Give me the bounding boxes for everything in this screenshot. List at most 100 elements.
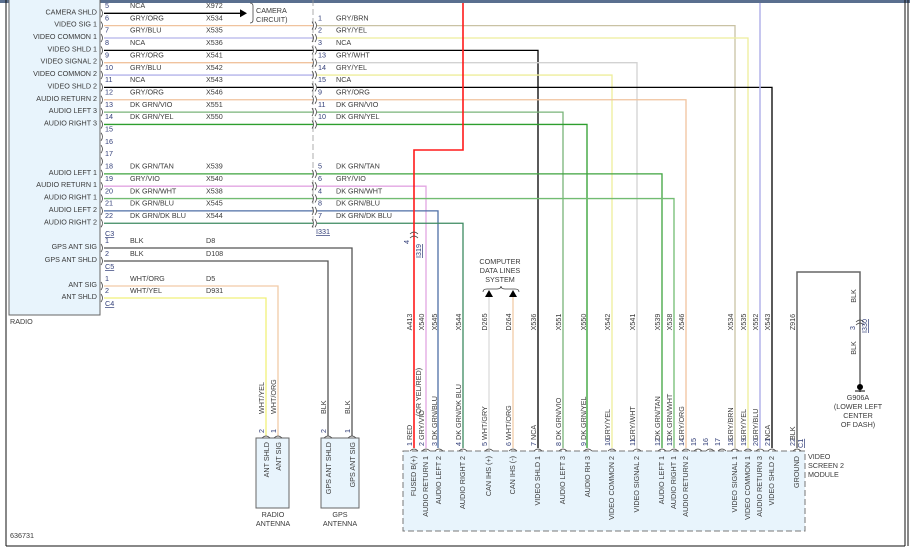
module-pin-function: VIDEO SHLD 2 xyxy=(767,456,776,506)
c3-wire-color: GRY/BLU xyxy=(130,63,161,72)
camera-circuit-label: CIRCUIT) xyxy=(256,15,288,24)
radio-pin-function: ANT SHLD xyxy=(62,292,97,301)
harness-wire-14 xyxy=(317,74,613,448)
harness-wire-15 xyxy=(317,86,773,448)
module-wire-color: GRY/BLU xyxy=(751,409,760,440)
module-pin-function: CAN IHS (-) xyxy=(508,456,517,494)
module-connector-name: C1 xyxy=(796,439,805,448)
wiring-diagram: 636731RADIO5CAMERA SHLDNCA X9726VIDEO SIG… xyxy=(0,0,910,547)
radio-pin-number: 1 xyxy=(105,274,109,283)
antenna-name: GPS xyxy=(332,510,347,519)
i331-pin-number: 5 xyxy=(318,162,322,171)
module-wire-color: DK GRN/WHT xyxy=(665,393,674,440)
radio-pin-function: ANT SIG xyxy=(68,280,97,289)
module-wire-color: GRY/YEL xyxy=(739,409,748,440)
antenna-pin-number: 2 xyxy=(319,429,328,433)
connector-terminal-icon xyxy=(100,144,103,154)
radio-pin-function: AUDIO RIGHT 1 xyxy=(44,193,97,202)
connector-terminal-icon xyxy=(100,120,103,129)
connector-terminal-icon xyxy=(314,107,317,117)
module-wire-color: WHT/ORG xyxy=(504,405,513,440)
module-wire-color: GRY/ORG xyxy=(677,406,686,440)
module-wire-color: WHT/GRY xyxy=(480,406,489,440)
c3-circuit-id: X542 xyxy=(206,63,223,72)
module-pin-number: 2 xyxy=(417,442,426,446)
c3-wire-color: DK GRN/DK BLU xyxy=(130,211,186,220)
module-circuit-id: X543 xyxy=(763,314,772,331)
module-circuit-id: X534 xyxy=(726,314,735,331)
module-pin-number: 8 xyxy=(554,442,563,446)
harness-wire-1 xyxy=(317,24,736,448)
module-circuit-id: X551 xyxy=(554,314,563,331)
i331-pin-number: 14 xyxy=(318,63,326,72)
i331-wire-color: NCA xyxy=(336,75,351,84)
i331-wire-color: GRY/YEL xyxy=(336,26,367,35)
module-pin-function: AUDIO LEFT 3 xyxy=(558,456,567,504)
c3-circuit-id: X550 xyxy=(206,112,223,121)
c3-pin-number: 18 xyxy=(105,162,113,171)
module-pin-number: 7 xyxy=(529,442,538,446)
c3-pin-number: 8 xyxy=(105,38,109,47)
i331-wire-color: DK GRN/VIO xyxy=(336,100,379,109)
connector-terminal-icon xyxy=(314,70,317,80)
c3-pin-number: 13 xyxy=(105,100,113,109)
c3-circuit-id: X534 xyxy=(206,13,223,22)
connector-terminal-icon xyxy=(100,21,103,30)
module-pin-number: 5 xyxy=(480,442,489,446)
c3-circuit-id: X540 xyxy=(206,174,223,183)
antenna-pin-function: ANT SIG xyxy=(274,442,283,471)
i330-connector-name: I330 xyxy=(860,319,869,333)
module-circuit-id: X539 xyxy=(653,314,662,331)
connector-terminal-icon xyxy=(100,9,103,18)
connector-terminal-icon xyxy=(314,194,317,203)
radio-pin-function: AUDIO RETURN 2 xyxy=(36,94,97,103)
wire-color: BLK xyxy=(130,236,144,245)
c3-circuit-id: X546 xyxy=(206,87,223,96)
c3-pin-number: 15 xyxy=(105,125,113,134)
c3-wire-color: NCA xyxy=(130,75,145,84)
module-wire-color: RED xyxy=(405,425,414,440)
connector-terminal-icon xyxy=(100,219,103,228)
module-wire-color: GRY/YEL xyxy=(603,409,612,440)
connector-terminal-icon xyxy=(314,120,317,129)
c3-wire-color: DK GRN/TAN xyxy=(130,162,174,171)
connector-terminal-icon xyxy=(314,21,317,30)
i330-pin-number: 3 xyxy=(848,326,857,330)
antenna-name: RADIO xyxy=(262,510,285,519)
module-circuit-id: X550 xyxy=(579,314,588,331)
c3-wire-color: GRY/ORG xyxy=(130,13,164,22)
i331-pin-number: 4 xyxy=(318,186,322,195)
i331-wire-color: NCA xyxy=(336,38,351,47)
module-pin-function: AUDIO RETURN 3 xyxy=(755,456,764,517)
module-pin-number: 9 xyxy=(579,442,588,446)
module-wire-color: GRY/BRN xyxy=(726,407,735,440)
connector-terminal-icon xyxy=(100,46,103,55)
antenna-name: ANTENNA xyxy=(323,519,358,528)
c3-pin-number: 19 xyxy=(105,174,113,183)
module-circuit-id: X541 xyxy=(628,314,637,331)
radio-pin-function: GPS ANT SHLD xyxy=(45,255,97,264)
module-circuit-id: X535 xyxy=(739,314,748,331)
wire-color: WHT/YEL xyxy=(130,286,162,295)
i331-connector-name: I331 xyxy=(316,227,330,236)
radio-pin-number: 1 xyxy=(105,236,109,245)
radio-pin-function: AUDIO LEFT 2 xyxy=(49,205,97,214)
c3-wire-color: NCA xyxy=(130,1,145,10)
harness-wire-7 xyxy=(317,222,464,448)
radio-label: RADIO xyxy=(10,317,33,326)
c3-circuit-id: X545 xyxy=(206,199,223,208)
radio-pin-number: 2 xyxy=(105,249,109,258)
radio-pin-function: AUDIO RETURN 1 xyxy=(36,180,97,189)
arrow-icon xyxy=(240,9,247,18)
radio-pin-function: VIDEO SIG 1 xyxy=(54,20,97,29)
connector-terminal-icon xyxy=(100,58,103,67)
i331-wire-color: DK GRN/YEL xyxy=(336,112,380,121)
ground-location: OF DASH) xyxy=(841,420,875,429)
arrow-up-icon xyxy=(509,290,517,297)
module-wire-color: GRY/WHT xyxy=(628,406,637,440)
c4-wire-2 xyxy=(104,297,267,436)
i319-connector-name: I319 xyxy=(414,244,423,258)
ground-name: G906A xyxy=(847,393,870,402)
i331-pin-number: 13 xyxy=(318,50,326,59)
radio-pin-function: AUDIO LEFT 3 xyxy=(49,106,97,115)
